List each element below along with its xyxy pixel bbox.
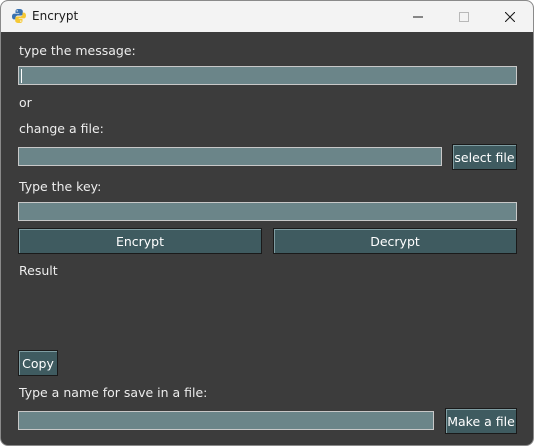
close-icon [505,11,515,22]
message-label: type the message: [19,43,136,58]
save-label: Type a name for save in a file: [19,385,208,400]
message-input[interactable] [18,66,517,85]
window-title: Encrypt [32,9,79,23]
maximize-icon [459,11,469,22]
file-label: change a file: [19,121,104,136]
result-label: Result [19,263,58,278]
app-window: Encrypt type the message: or change a fi… [0,0,534,446]
key-label: Type the key: [19,179,102,194]
copy-button[interactable]: Copy [18,350,58,376]
maximize-button[interactable] [441,1,487,32]
or-label: or [19,95,32,110]
encrypt-button[interactable]: Encrypt [18,228,262,254]
select-file-button[interactable]: select file [452,144,517,170]
close-button[interactable] [487,1,533,32]
text-caret [21,69,22,83]
file-path-input[interactable] [18,147,442,166]
minimize-icon [413,16,423,17]
minimize-button[interactable] [395,1,441,32]
python-icon [12,9,26,23]
save-filename-input[interactable] [18,411,434,430]
decrypt-button[interactable]: Decrypt [273,228,517,254]
make-file-button[interactable]: Make a file [445,408,517,434]
title-bar[interactable]: Encrypt [1,1,533,32]
key-input[interactable] [18,202,517,221]
